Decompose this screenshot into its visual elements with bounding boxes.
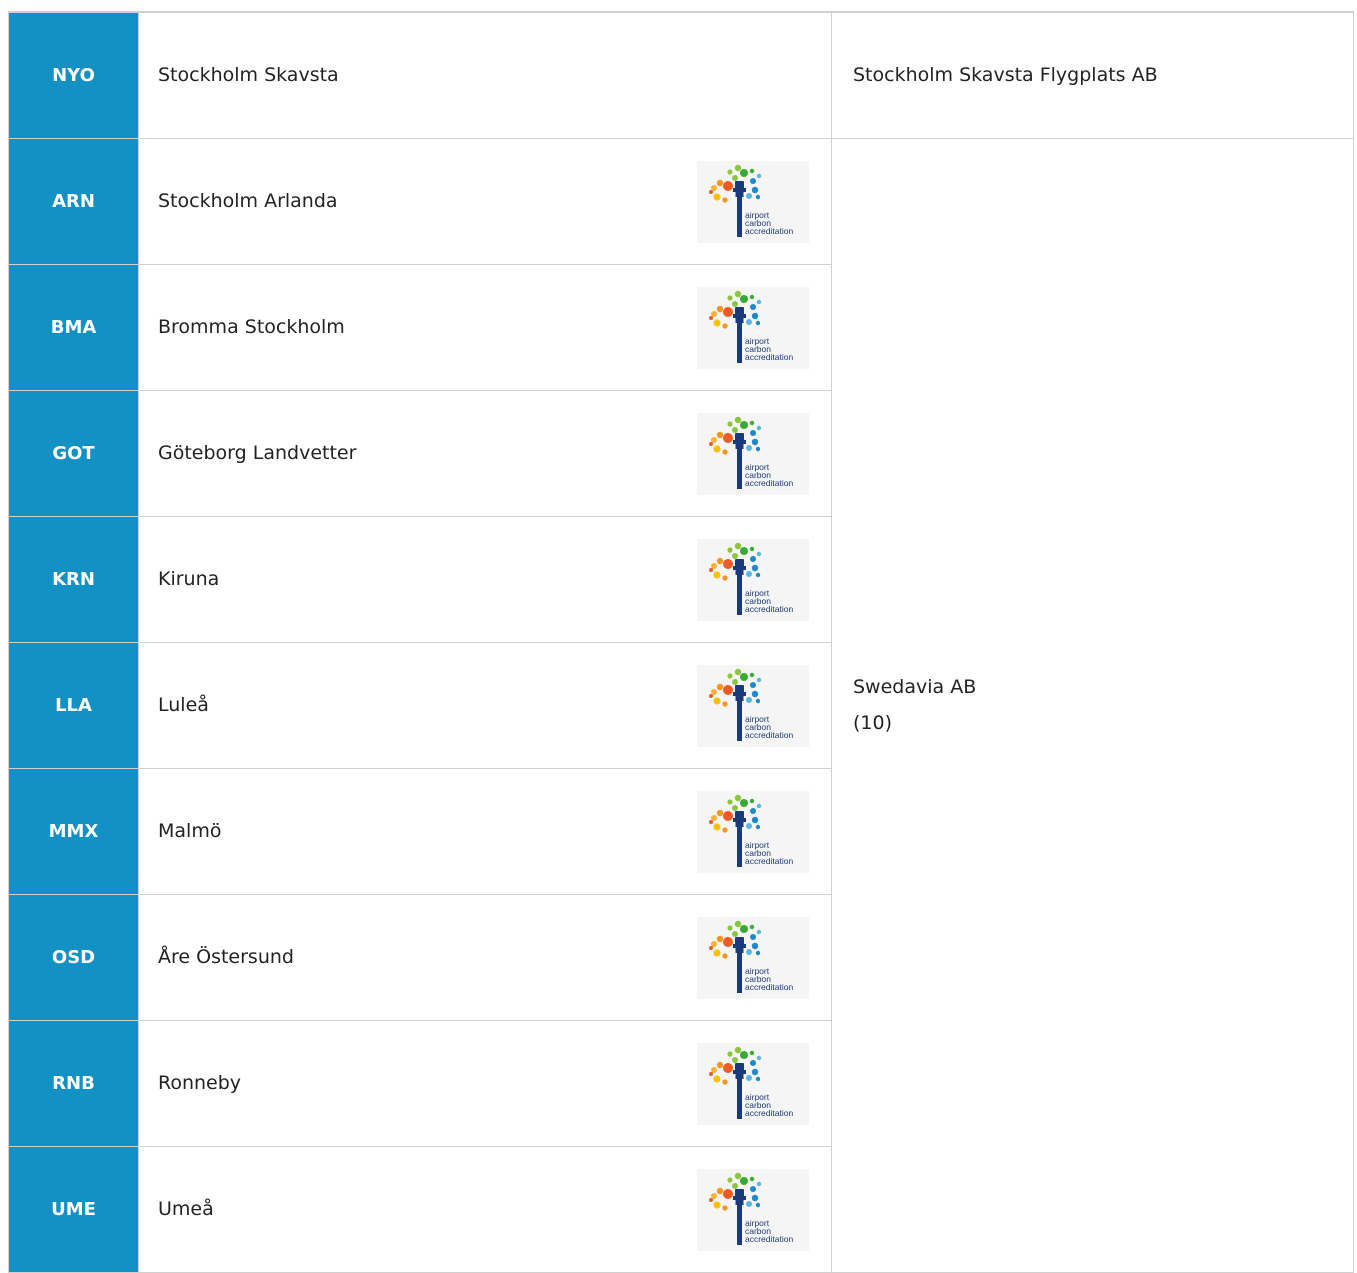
airport-name-cell: Kiruna airport carbon accreditation <box>138 515 832 643</box>
airport-code: BMA <box>8 263 139 391</box>
airport-code: UME <box>8 1145 139 1273</box>
airport-carbon-accreditation-logo: airport carbon accreditation <box>709 290 793 363</box>
badge-line-3: accreditation <box>745 604 793 614</box>
airport-carbon-accreditation-logo: airport carbon accreditation <box>709 1172 793 1245</box>
airport-carbon-accreditation-logo: airport carbon accreditation <box>709 668 793 741</box>
airport-carbon-accreditation-logo: airport carbon accreditation <box>709 1046 793 1119</box>
badge-line-3: accreditation <box>745 226 793 236</box>
airport-name-cell: Stockholm Skavsta <box>138 11 832 139</box>
badge-line-3: accreditation <box>745 1234 793 1244</box>
airport-carbon-accreditation-badge[interactable]: airport carbon accreditation <box>697 160 809 243</box>
airport-name-cell: Bromma Stockholm airport carbon accredit… <box>138 263 832 391</box>
badge-line-3: accreditation <box>745 478 793 488</box>
airport-code: OSD <box>8 893 139 1021</box>
badge-line-3: accreditation <box>745 1108 793 1118</box>
operator-airport-count: (10) <box>853 712 893 734</box>
operator-name: Stockholm Skavsta Flygplats AB <box>853 64 1158 87</box>
airport-carbon-accreditation-badge[interactable]: airport carbon accreditation <box>697 412 809 495</box>
airport-code: KRN <box>8 515 139 643</box>
airport-carbon-accreditation-badge[interactable]: airport carbon accreditation <box>697 790 809 873</box>
airport-code: MMX <box>8 767 139 895</box>
operator-cell: Stockholm Skavsta Flygplats AB <box>831 11 1354 139</box>
airport-name-cell: Göteborg Landvetter airport carbon accre… <box>138 389 832 517</box>
badge-line-3: accreditation <box>745 730 793 740</box>
badge-line-3: accreditation <box>745 982 793 992</box>
airport-name-cell: Luleå airport carbon accreditation <box>138 641 832 769</box>
airport-carbon-accreditation-badge[interactable]: airport carbon accreditation <box>697 1042 809 1125</box>
airport-carbon-accreditation-badge[interactable]: airport carbon accreditation <box>697 664 809 747</box>
table-row: ARN Stockholm Arlanda airport carbon acc… <box>8 137 1354 1273</box>
airport-code: NYO <box>8 11 139 139</box>
operator-cell: Swedavia AB (10) <box>831 137 1354 1273</box>
airport-carbon-accreditation-logo: airport carbon accreditation <box>709 542 793 615</box>
airport-carbon-accreditation-badge[interactable]: airport carbon accreditation <box>697 286 809 369</box>
airport-carbon-accreditation-logo: airport carbon accreditation <box>709 164 793 237</box>
table-row: NYO Stockholm Skavsta Stockholm Skavsta … <box>8 11 1354 139</box>
airport-name-cell: Stockholm Arlanda airport carbon accredi… <box>138 137 832 265</box>
airport-name: Stockholm Skavsta <box>158 64 339 87</box>
airport-name: Åre Östersund <box>158 946 294 968</box>
airport-code: LLA <box>8 641 139 769</box>
airport-name: Göteborg Landvetter <box>158 442 357 464</box>
badge-line-3: accreditation <box>745 856 793 866</box>
operator-name: Swedavia AB <box>853 676 977 698</box>
airport-code: ARN <box>8 137 139 265</box>
airport-name: Ronneby <box>158 1072 242 1094</box>
airport-carbon-accreditation-badge[interactable]: airport carbon accreditation <box>697 538 809 621</box>
airport-name: Malmö <box>158 820 222 842</box>
airport-name: Kiruna <box>158 568 220 590</box>
airport-name-cell: Åre Östersund airport carbon accreditati… <box>138 893 832 1021</box>
airport-name-cell: Malmö airport carbon accreditation <box>138 767 832 895</box>
airport-name-cell: Umeå airport carbon accreditation <box>138 1145 832 1273</box>
airport-code: RNB <box>8 1019 139 1147</box>
airport-carbon-accreditation-logo: airport carbon accreditation <box>709 416 793 489</box>
airport-carbon-accreditation-badge[interactable]: airport carbon accreditation <box>697 916 809 999</box>
badge-line-3: accreditation <box>745 352 793 362</box>
airport-code: GOT <box>8 389 139 517</box>
airport-name: Luleå <box>158 694 209 716</box>
airport-name: Bromma Stockholm <box>158 316 345 338</box>
airport-name: Umeå <box>158 1198 214 1220</box>
airport-name: Stockholm Arlanda <box>158 190 338 212</box>
airport-carbon-accreditation-logo: airport carbon accreditation <box>709 794 793 867</box>
airport-carbon-accreditation-badge[interactable]: airport carbon accreditation <box>697 1168 809 1251</box>
airport-carbon-accreditation-logo: airport carbon accreditation <box>709 920 793 993</box>
airports-table: NYO Stockholm Skavsta Stockholm Skavsta … <box>8 11 1354 1273</box>
airport-name-cell: Ronneby airport carbon accreditation <box>138 1019 832 1147</box>
